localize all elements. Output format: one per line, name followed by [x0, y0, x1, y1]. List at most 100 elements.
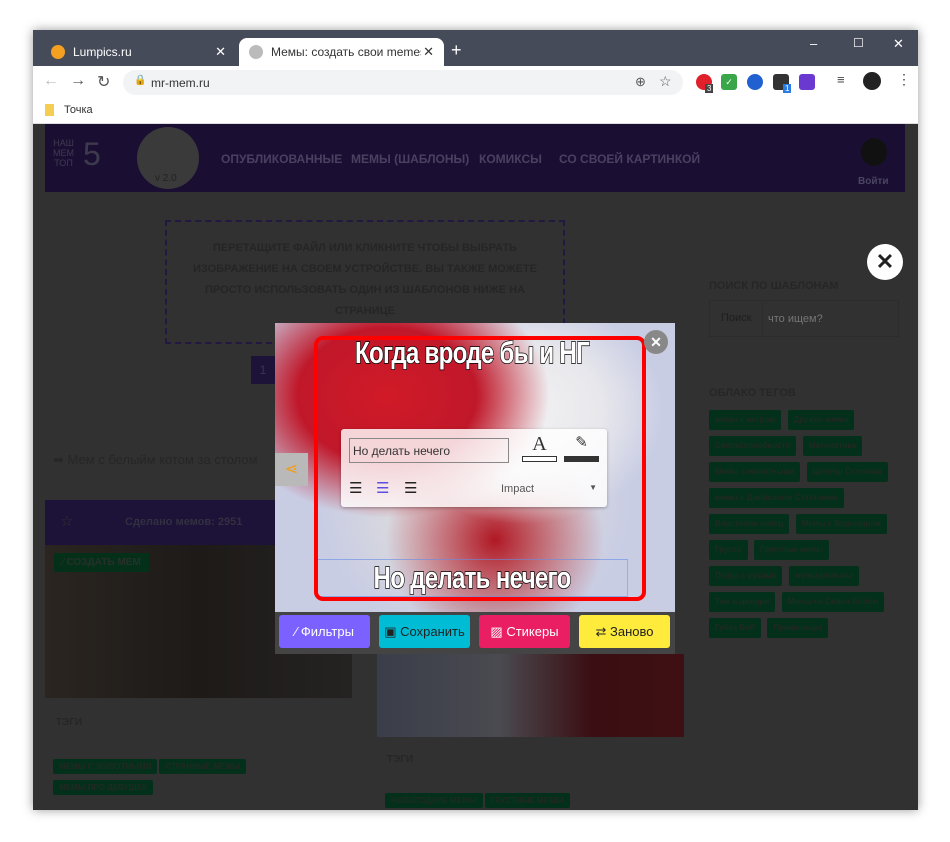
save-button[interactable]: ▣ Сохранить: [379, 615, 470, 648]
tab-lumpics[interactable]: Lumpics.ru ✕: [41, 38, 236, 66]
image-icon: ▨: [490, 623, 507, 639]
tab-mr-mem[interactable]: Мемы: создать свои memes онл ✕: [239, 38, 444, 66]
url-text: mr-mem.ru: [151, 75, 210, 90]
stickers-button[interactable]: ▨ Стикеры: [479, 615, 570, 648]
meme-canvas[interactable]: Когда вроде бы и НГ Но делать нечего A ✎…: [275, 323, 675, 612]
close-tab-icon[interactable]: ✕: [423, 44, 434, 60]
stroke-color-picker[interactable]: ✎: [564, 433, 599, 465]
logo-version: v 2.0: [155, 173, 177, 184]
tag-cloud-item[interactable]: Губка Боб: [709, 618, 761, 638]
filters-button[interactable]: ⁄ Фильтры: [279, 615, 370, 648]
forward-icon[interactable]: →: [70, 72, 86, 90]
logo-text: МЕМ: [53, 148, 74, 158]
tag-cloud-item[interactable]: Дружко мемы: [787, 410, 855, 430]
address-bar[interactable]: 🔒 mr-mem.ru ⊕ ☆: [123, 70, 683, 95]
menu-icon[interactable]: ⋮: [897, 71, 911, 88]
tag-cloud-item[interactable]: мультфильмы: [788, 566, 859, 586]
align-left-icon[interactable]: ☰: [349, 479, 362, 497]
bookmark-tochka[interactable]: Точка: [45, 104, 93, 116]
tag-cloud-item[interactable]: Грусть: [709, 540, 748, 560]
new-tab-button[interactable]: +: [451, 40, 462, 61]
bookmark-label: Точка: [64, 104, 93, 116]
save-icon: ▣: [384, 623, 401, 639]
tag-cloud-item[interactable]: Властелин колец: [709, 514, 790, 534]
nav-published[interactable]: ОПУБЛИКОВАННЫЕ: [221, 152, 342, 166]
meme-favicon-icon: [249, 45, 263, 59]
minimize-button[interactable]: –: [810, 36, 817, 51]
logo-text: НАШ: [53, 138, 74, 148]
tag-cloud-item[interactable]: мемы с Джейсоном Стэтхэмом: [709, 488, 844, 508]
font-name: Impact: [501, 483, 535, 495]
bookmark-star-icon[interactable]: ☆: [659, 73, 672, 90]
share-arrow-icon: ➦: [53, 452, 68, 467]
meme-count: Сделано мемов: 2951: [125, 516, 243, 528]
tag-cloud-item[interactable]: мемы с негром: [709, 410, 782, 430]
tag-cloud-item[interactable]: Том и джерри: [709, 592, 776, 612]
button-label: Фильтры: [300, 624, 354, 639]
back-icon[interactable]: ←: [43, 72, 59, 90]
nav-own-picture[interactable]: СО СВОЕЙ КАРТИНКОЙ: [559, 152, 700, 166]
profile-avatar[interactable]: [863, 72, 881, 90]
tag-chip[interactable]: МЕМЫ ПРО ДЕВУШЕК: [53, 780, 153, 795]
font-color-picker[interactable]: A: [522, 433, 557, 465]
maximize-button[interactable]: ☐: [853, 36, 864, 50]
tag-cloud-item[interactable]: Цитаты Стэтхэма: [806, 462, 888, 482]
meme-link[interactable]: ➦ Мем с белыйм котом за столом: [53, 452, 258, 468]
browser-window: Lumpics.ru ✕ Мемы: создать свои memes он…: [33, 30, 918, 810]
media-control-icon[interactable]: ≡: [837, 72, 845, 87]
tag-chip[interactable]: МЕМЫ С ЖИВОТНЫМИ: [53, 759, 158, 774]
tag-cloud-item[interactable]: Грустные мемы: [754, 540, 829, 560]
tag-cloud-item[interactable]: Мемы с Боромиром: [795, 514, 887, 534]
tag-chip[interactable]: НОВОГОДНИЕ МЕМЫ: [385, 793, 483, 808]
tag-cloud-item[interactable]: Пришельцы: [767, 618, 828, 638]
tab-title: Lumpics.ru: [73, 45, 132, 59]
nav-comics[interactable]: КОМИКСЫ: [479, 152, 542, 166]
login-link[interactable]: Войти: [858, 176, 889, 187]
pagination-page-1[interactable]: 1: [251, 356, 275, 384]
meme-editor-modal: Когда вроде бы и НГ Но делать нечего A ✎…: [275, 323, 675, 654]
align-right-icon[interactable]: ☰: [404, 479, 417, 497]
tag-cloud-item[interactable]: Математика: [802, 436, 862, 456]
color-swatch: [522, 456, 557, 462]
tag-cloud-item[interactable]: Мемы с животными: [709, 462, 801, 482]
purple-extension-icon[interactable]: [799, 74, 815, 90]
close-overlay-button[interactable]: ✕: [867, 244, 903, 280]
tag-cloud-item[interactable]: Сверхспособности: [709, 436, 797, 456]
reset-button[interactable]: ⇄ Заново: [579, 615, 670, 648]
tag-chip[interactable]: ГРУСТНЫЕ МЕМЫ: [484, 793, 570, 808]
share-icon[interactable]: ⋖: [275, 453, 308, 486]
text-settings-panel: A ✎ ☰ ☰ ☰ Impact ▼: [341, 429, 607, 507]
search-button[interactable]: Поиск: [721, 312, 751, 324]
tags-title: ТЭГИ: [56, 717, 83, 728]
align-center-icon[interactable]: ☰: [376, 479, 389, 497]
reload-icon[interactable]: ↻: [97, 72, 110, 92]
site-header: НАШ МЕМ ТОП 5 v 2.0 ОПУБЛИКОВАННЫЕ МЕМЫ …: [45, 124, 905, 192]
color-swatch: [564, 456, 599, 462]
close-window-button[interactable]: ✕: [893, 36, 904, 52]
template-search: Поиск: [709, 300, 899, 337]
globe-extension-icon[interactable]: [747, 74, 763, 90]
check-extension-icon[interactable]: ✓: [721, 74, 737, 90]
meme-link-text: Мем с белыйм котом за столом: [67, 452, 258, 467]
troll-face-logo[interactable]: v 2.0: [137, 127, 199, 189]
add-icon[interactable]: ⊕: [635, 74, 646, 90]
dropzone-text: ПЕРЕТАЩИТЕ ФАЙЛ ИЛИ КЛИКНИТЕ ЧТОБЫ ВЫБРА…: [193, 242, 537, 317]
nav-templates[interactable]: МЕМЫ (ШАБЛОНЫ): [351, 152, 469, 166]
button-label: Сохранить: [400, 624, 465, 639]
close-editor-button[interactable]: ✕: [644, 330, 668, 354]
tag-cloud-item[interactable]: Птица с руками: [709, 566, 783, 586]
close-tab-icon[interactable]: ✕: [215, 44, 226, 60]
tag-cloud-item[interactable]: Мемы со Спанч Бобом: [781, 592, 885, 612]
create-meme-label: СОЗДАТЬ МЕМ: [66, 557, 141, 568]
search-input[interactable]: [762, 302, 892, 335]
star-icon[interactable]: ☆: [60, 512, 73, 530]
meme-text-input[interactable]: [349, 438, 509, 463]
user-icon[interactable]: [861, 138, 887, 166]
font-select[interactable]: Impact ▼: [491, 483, 597, 495]
meme-template-image-2[interactable]: [377, 654, 684, 737]
tag-chip[interactable]: СТРАННЫЕ МЕМЫ: [159, 759, 246, 774]
extension-badge: 1: [783, 84, 792, 93]
lumpics-favicon-icon: [51, 45, 65, 59]
site-logo[interactable]: НАШ МЕМ ТОП: [53, 138, 74, 168]
create-meme-button[interactable]: ⁄ СОЗДАТЬ МЕМ: [54, 553, 149, 572]
